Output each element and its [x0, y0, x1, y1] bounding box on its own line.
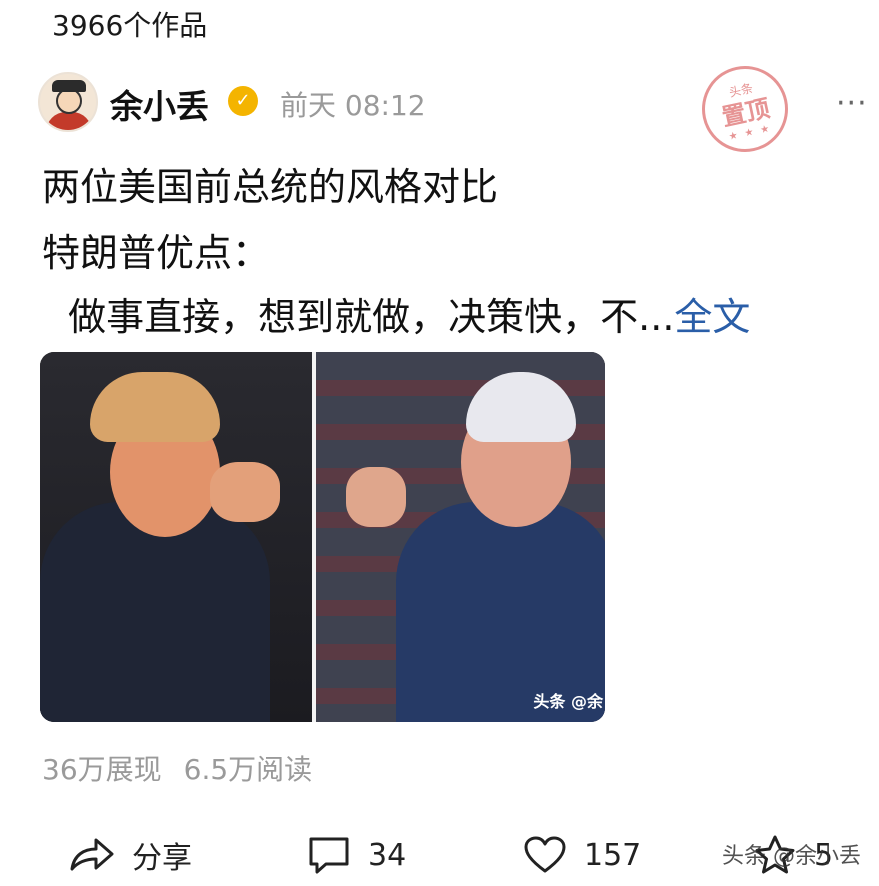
avatar-hat [52, 80, 86, 92]
more-icon[interactable]: ··· [836, 86, 868, 121]
post-excerpt-text: 做事直接，想到就做，决策快，不... [44, 295, 675, 339]
pinned-stamp: 头条 置顶 ★ ★ ★ [693, 57, 797, 161]
reads-count: 6.5万阅读 [183, 753, 313, 786]
like-icon [522, 834, 568, 876]
right-figure-hand [346, 467, 406, 527]
page-watermark: 头条 @余小丢 [722, 844, 861, 869]
share-icon [68, 835, 116, 875]
post-time: 前天 08:12 [280, 89, 426, 122]
comment-button[interactable]: 34 [306, 830, 406, 880]
image-left-panel [40, 352, 312, 722]
comment-icon [306, 834, 352, 876]
like-button[interactable]: 157 [522, 830, 641, 880]
post-title: 两位美国前总统的风格对比 [42, 165, 499, 209]
verified-badge-icon: ✓ [228, 86, 258, 116]
right-figure-hair [466, 372, 576, 442]
works-count: 3966个作品 [52, 9, 208, 42]
full-text-link[interactable]: 全文 [674, 295, 750, 339]
share-label: 分享 [132, 841, 192, 876]
author-name[interactable]: 余小丢 [110, 80, 209, 128]
views-count: 36万展现 [42, 753, 162, 786]
left-figure-hand [210, 462, 280, 522]
left-figure-hair [90, 372, 220, 442]
like-count: 157 [584, 837, 642, 873]
share-button[interactable]: 分享 [68, 830, 192, 880]
avatar-robe [46, 112, 92, 130]
post-stats: 36万展现 6.5万阅读 [42, 748, 312, 788]
post-subtitle: 特朗普优点： [42, 231, 271, 275]
image-watermark: 头条 @余 [533, 692, 603, 711]
author-avatar[interactable] [38, 72, 98, 132]
post-image[interactable]: 头条 @余 [40, 352, 605, 722]
post-excerpt: 做事直接，想到就做，决策快，不...全文 [44, 286, 750, 341]
comment-count: 34 [368, 837, 407, 873]
image-right-panel [316, 352, 605, 722]
